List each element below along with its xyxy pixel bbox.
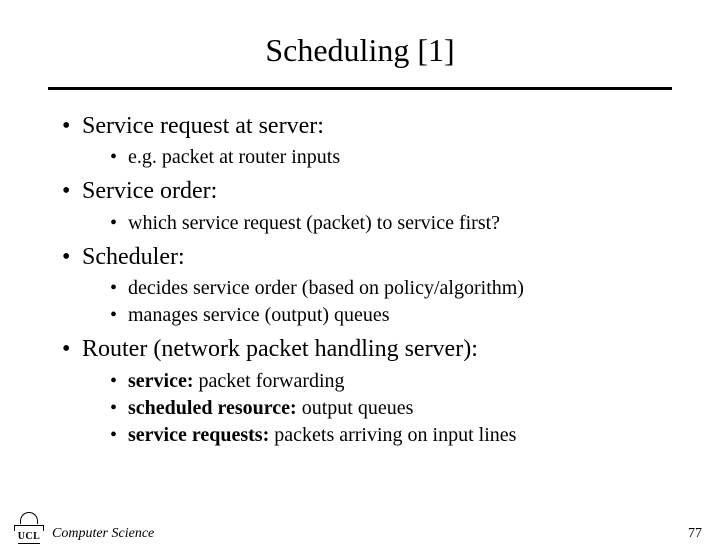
bullet-text: Scheduler: [82, 244, 185, 270]
bullet-list-level2: service: packet forwarding scheduled res… [82, 368, 672, 449]
slide-title: Scheduling [1] [48, 32, 672, 69]
bullet-l2: which service request (packet) to servic… [110, 210, 672, 237]
bullet-rest: packet forwarding [194, 370, 345, 392]
footer-department: Computer Science [52, 526, 154, 544]
bullet-list-level2: which service request (packet) to servic… [82, 210, 672, 237]
bullet-text: Service order: [82, 178, 217, 204]
bullet-list-level2: decides service order (based on policy/a… [82, 275, 672, 329]
bullet-l2: scheduled resource: output queues [110, 395, 672, 422]
bullet-l2: e.g. packet at router inputs [110, 144, 672, 171]
bullet-l1: Service order: which service request (pa… [62, 175, 672, 236]
bullet-l2: decides service order (based on policy/a… [110, 275, 672, 302]
bullet-text: Service request at server: [82, 113, 324, 139]
bullet-rest: output queues [297, 397, 414, 419]
bullet-rest: packets arriving on input lines [269, 424, 516, 446]
bullet-l1: Service request at server: e.g. packet a… [62, 110, 672, 171]
slide: Scheduling [1] Service request at server… [0, 0, 720, 554]
footer-left: UCL Computer Science [12, 510, 154, 544]
bullet-list-level1: Service request at server: e.g. packet a… [48, 110, 672, 449]
ucl-dome-icon [20, 512, 38, 524]
bullet-bold: scheduled resource: [128, 397, 297, 419]
ucl-logo-icon: UCL [12, 510, 46, 544]
bullet-list-level2: e.g. packet at router inputs [82, 144, 672, 171]
bullet-l2: service requests: packets arriving on in… [110, 422, 672, 449]
bullet-l1: Scheduler: decides service order (based … [62, 241, 672, 329]
bullet-l2: service: packet forwarding [110, 368, 672, 395]
footer: UCL Computer Science 77 [0, 510, 720, 544]
bullet-l1: Router (network packet handling server):… [62, 333, 672, 448]
bullet-text: Router (network packet handling server): [82, 336, 478, 362]
ucl-logo-text: UCL [18, 532, 41, 544]
bullet-l2: manages service (output) queues [110, 302, 672, 329]
page-number: 77 [688, 526, 702, 544]
bullet-bold: service: [128, 370, 194, 392]
title-rule [48, 87, 672, 90]
bullet-bold: service requests: [128, 424, 269, 446]
